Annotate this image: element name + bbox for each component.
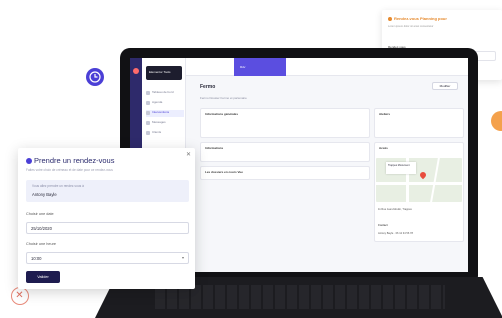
page-title: Fermo	[200, 84, 216, 90]
app-topbar: Rdv	[186, 58, 468, 76]
map[interactable]: Trappes Monument	[376, 158, 462, 202]
close-icon[interactable]: ✕	[186, 151, 191, 158]
modal-title: Prendre un rendez-vous	[26, 156, 114, 165]
ateliers-title: Ateliers	[379, 112, 391, 116]
submit-button[interactable]: Valider	[26, 271, 60, 283]
sidebar-item-dashboard[interactable]: Tableau de bord	[146, 90, 184, 97]
clock-icon	[86, 68, 104, 86]
info-card-title: Informations générales	[205, 112, 239, 116]
list-row-text: Les dossiers en cours Vue	[205, 170, 243, 174]
hour-label: Choisir une heure	[26, 242, 56, 246]
sidebar-item-agenda[interactable]: Agenda	[146, 100, 184, 107]
address-text: 11 Rue Jean-Moulin, Trappes	[378, 208, 412, 211]
access-title: Accès	[379, 146, 388, 150]
app-brand: Elementor Tools	[146, 66, 182, 80]
filter-row: Fermo Dossier Fermo et partenaire	[200, 96, 247, 100]
modal-subtitle: Faites votre choix de créneau et de date…	[26, 168, 113, 172]
modal-title-text: Prendre un rendez-vous	[34, 156, 115, 165]
orange-bubble	[491, 111, 502, 131]
recipient-box: Vous allez prendre un rendez-vous à Anto…	[26, 180, 189, 202]
header-button[interactable]: Modifier	[432, 82, 458, 90]
notification-subtitle: Lorem ipsum dolor sit amet consectetur	[388, 25, 434, 28]
sidebar-item-messages[interactable]: Messages	[146, 120, 184, 127]
ateliers-card: Ateliers	[374, 108, 464, 138]
date-field[interactable]: 25/10/2020	[26, 222, 189, 234]
tab-rdv[interactable]: Rdv	[234, 58, 286, 76]
info-dot-icon	[26, 158, 32, 164]
map-pin-icon[interactable]	[418, 170, 428, 180]
hour-select[interactable]: 10:00	[26, 252, 189, 264]
info-card-2-title: Informations	[205, 146, 224, 150]
info-card: Informations générales	[200, 108, 370, 138]
recipient-label: Vous allez prendre un rendez-vous à	[32, 184, 84, 188]
appointment-modal: ✕ Prendre un rendez-vous Faites votre ch…	[18, 148, 195, 289]
contact-title: Contact	[378, 224, 388, 227]
recipient-name: Antony Bayle	[32, 192, 57, 197]
list-row[interactable]: Les dossiers en cours Vue	[200, 166, 370, 180]
date-label: Choisir une date	[26, 212, 54, 216]
notification-title: Rendez-vous Planning pour	[388, 16, 447, 21]
info-card-2: Informations	[200, 142, 370, 162]
map-tooltip: Trappes Monument	[386, 162, 416, 174]
contact-text: Antony Bayle · 06 12 34 56 78	[378, 232, 413, 235]
sidebar-item-interventions[interactable]: Interventions	[146, 110, 184, 117]
sidebar-item-clients[interactable]: Clients	[146, 130, 184, 137]
close-circle-icon[interactable]: ✕	[11, 287, 29, 305]
